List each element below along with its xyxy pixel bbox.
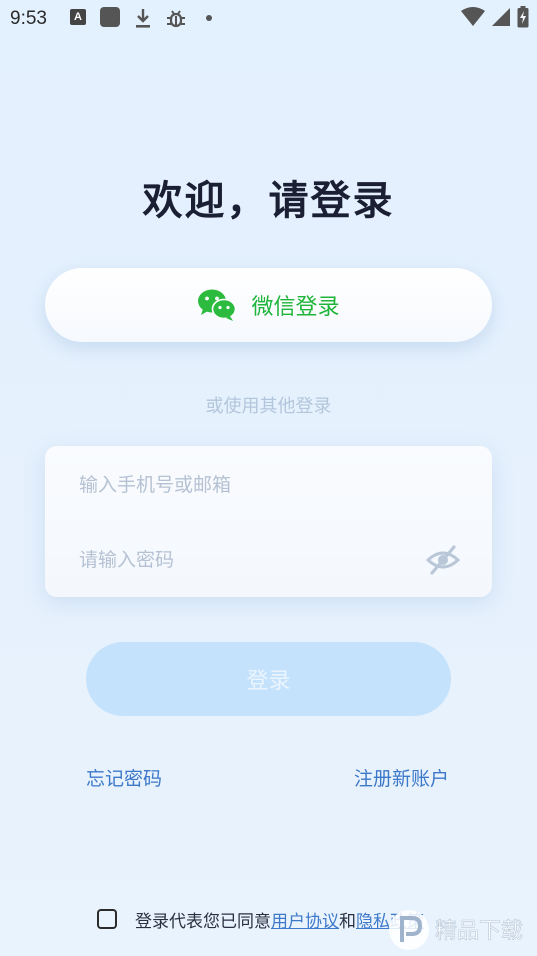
wechat-icon <box>198 289 237 321</box>
other-login-text: 或使用其他登录 <box>205 396 332 417</box>
status-right-icons <box>461 6 529 28</box>
agreement-prefix: 登录代表您已同意 <box>135 911 271 932</box>
battery-charging-icon <box>517 6 529 28</box>
watermark-text: 精品下载 <box>435 919 523 944</box>
wechat-login-label: 微信登录 <box>251 295 340 320</box>
page-title: 欢迎，请登录 <box>142 178 395 224</box>
status-time: 9:53 <box>10 8 47 29</box>
download-icon <box>136 9 150 28</box>
agreement-row: 登录代表您已同意 用户协议 和 隐私政策 <box>97 906 424 932</box>
account-input[interactable] <box>79 465 458 505</box>
app-square-icon <box>100 7 120 27</box>
agreement-and: 和 <box>339 911 356 932</box>
dot-icon <box>206 15 212 21</box>
eye-off-icon[interactable] <box>426 545 460 575</box>
p-logo-icon <box>389 910 429 950</box>
watermark-logo: 精品下载 <box>389 910 523 950</box>
wechat-login-button[interactable]: 微信登录 <box>45 268 492 342</box>
password-input[interactable] <box>79 540 412 580</box>
agreement-checkbox[interactable] <box>97 909 117 929</box>
font-a-icon: A <box>70 9 86 25</box>
login-form <box>45 446 492 597</box>
forgot-password-link[interactable]: 忘记密码 <box>86 764 162 791</box>
signal-icon <box>492 8 510 26</box>
register-link[interactable]: 注册新账户 <box>354 764 449 791</box>
status-bar: 9:53 A <box>0 0 537 36</box>
wifi-icon <box>461 7 485 26</box>
bug-icon <box>167 10 185 28</box>
login-button[interactable]: 登录 <box>86 642 451 716</box>
user-agreement-link[interactable]: 用户协议 <box>271 907 339 932</box>
